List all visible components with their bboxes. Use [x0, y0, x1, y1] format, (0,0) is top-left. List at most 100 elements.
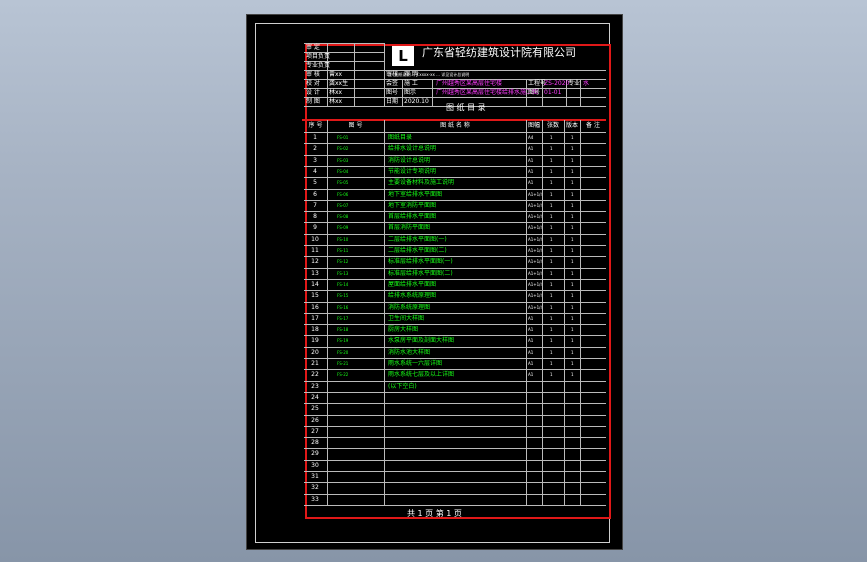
row-number: 33 [311, 495, 319, 503]
row-code: FS-17 [337, 315, 349, 321]
table-row-line [304, 391, 606, 393]
column-header: 张数 [546, 122, 559, 129]
row-version: 1 [571, 135, 574, 140]
row-qty: 1 [550, 349, 553, 355]
row-number: 12 [311, 258, 319, 266]
row-version: 1 [571, 372, 574, 378]
row-name: 屋面给排水平面图 [388, 280, 437, 288]
table-row-line [304, 256, 606, 258]
row-version: 1 [571, 202, 574, 208]
row-qty: 1 [550, 372, 553, 378]
row-code: FS-03 [337, 157, 349, 163]
header-note: 注: 图纸说明... V.xxxx-xx ... 详见设计总说明 [388, 72, 470, 77]
row-name: 标准层给排水平面图(二) [388, 269, 453, 277]
column-header: 图 纸 名 称 [440, 122, 470, 129]
table-row-line [304, 312, 606, 314]
row-number: 32 [311, 484, 319, 492]
column-header: 备 注 [586, 122, 600, 129]
row-qty: 1 [550, 225, 553, 231]
row-qty: 1 [550, 202, 553, 208]
row-name: 消防设计总说明 [388, 156, 431, 164]
table-row-line [304, 324, 606, 326]
row-size: A1+1/4 [528, 191, 544, 197]
row-version: 1 [571, 214, 574, 220]
mid-value: 施 工 [404, 80, 418, 87]
row-code: FS-04 [337, 168, 349, 174]
left-name: 林xx [329, 98, 343, 105]
column-header: 序 号 [308, 122, 323, 129]
row-number: 10 [311, 235, 319, 243]
code-value-2: 水 [583, 80, 590, 87]
row-version: 1 [571, 293, 574, 299]
column-header: 图 号 [348, 122, 363, 129]
row-name: 给排水设计总说明 [388, 145, 437, 153]
row-name: 首层消防平面图 [388, 224, 431, 232]
mid-value: 邓 明 [404, 71, 418, 78]
row-size: A1+1/4 [528, 281, 544, 287]
row-number: 1 [313, 134, 317, 141]
table-row-line [304, 459, 606, 461]
table-row-line [304, 143, 606, 145]
row-qty: 1 [550, 157, 553, 163]
row-code: FS-08 [337, 214, 349, 220]
row-code: FS-10 [337, 236, 349, 242]
row-name: 二层给排水平面图(一) [388, 235, 447, 243]
row-size: A1+1/4 [528, 248, 544, 253]
row-number: 14 [311, 280, 319, 288]
code-value-3: 01-01 [544, 89, 562, 96]
left-label: 审 核 [306, 71, 320, 78]
row-code: FS-11 [337, 248, 349, 253]
row-number: 21 [311, 360, 319, 367]
row-version: 1 [571, 225, 574, 231]
row-number: 31 [311, 473, 319, 480]
drawing-title: 图 纸 目 录 [446, 103, 486, 112]
row-code: FS-12 [337, 259, 349, 265]
row-number: 7 [313, 201, 317, 209]
table-col-line [564, 120, 565, 505]
project-subname: 广州越秀区某高层住宅楼给排水施工图 [436, 89, 539, 96]
table-row-line [304, 233, 606, 235]
row-version: 1 [571, 157, 574, 163]
mid-label: 日期 [386, 98, 399, 105]
row-size: A1 [528, 157, 534, 163]
table-row-line [304, 335, 606, 337]
row-qty: 1 [550, 248, 553, 253]
table-row-line [304, 482, 606, 484]
left-name: 曾xx [329, 71, 343, 78]
table-row-line [304, 199, 606, 201]
row-version: 1 [571, 191, 574, 197]
title-block-vline [384, 79, 385, 106]
row-number: 16 [311, 303, 319, 311]
row-name: 雨水系统七层及以上详图 [388, 371, 455, 379]
table-row-line [304, 346, 606, 348]
row-name: 水泵房平面及剖面大样图 [388, 337, 455, 345]
row-code: FS-06 [337, 191, 349, 197]
row-size: A1 [528, 349, 534, 355]
row-code: FS-20 [337, 349, 349, 355]
row-version: 1 [571, 338, 574, 344]
column-header: 版本 [565, 122, 578, 129]
row-code: FS-15 [337, 293, 349, 299]
row-name: 节能设计专项说明 [388, 167, 437, 175]
row-size: A1 [528, 315, 534, 321]
row-qty: 1 [550, 191, 553, 197]
row-size: A1+1/4 [528, 293, 544, 299]
row-qty: 1 [550, 327, 553, 333]
table-col-line [384, 120, 385, 505]
code-label-2: 专业 [568, 80, 581, 87]
row-number: 25 [311, 405, 319, 413]
row-name: 消防系统原理图 [388, 303, 431, 311]
row-number: 6 [313, 190, 317, 198]
row-version: 1 [571, 304, 574, 310]
row-number: 27 [311, 427, 319, 435]
company-name: 广东省轻纺建筑设计院有限公司 [422, 46, 576, 59]
row-code: FS-16 [337, 304, 349, 310]
row-size: A1+1/4 [528, 202, 544, 208]
row-size: A1+1/4 [528, 270, 544, 276]
table-row-line [304, 369, 606, 371]
row-qty: 1 [550, 135, 553, 140]
row-name: 首层给排水平面图 [388, 213, 437, 221]
row-name: 给排水系统原理图 [388, 292, 437, 300]
row-code: FS-19 [337, 338, 349, 344]
left-label: 项目负责 [306, 53, 331, 60]
